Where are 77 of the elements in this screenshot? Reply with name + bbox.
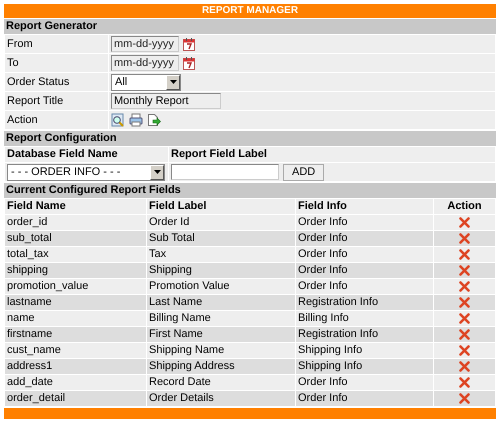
page-title: REPORT MANAGER: [4, 4, 496, 18]
title-field[interactable]: Monthly Report: [111, 93, 221, 109]
table-cell: Order Details: [147, 391, 295, 406]
table-cell: lastname: [5, 295, 146, 310]
delete-icon[interactable]: [459, 280, 470, 292]
table-cell: Shipping Info: [296, 359, 433, 374]
table-cell: Order Info: [296, 391, 433, 406]
table-cell: Billing Info: [296, 311, 433, 326]
field-label: Action: [5, 111, 108, 129]
caret-icon: [154, 170, 160, 174]
delete-icon[interactable]: [459, 248, 470, 260]
section-header: Report Generator: [4, 19, 496, 34]
table-cell: sub_total: [5, 231, 146, 246]
table-cell: Last Name: [147, 295, 295, 310]
table-cell: Order Info: [296, 215, 433, 230]
table-cell: Shipping Name: [147, 343, 295, 358]
table-cell: Order Info: [296, 375, 433, 390]
delete-icon[interactable]: [459, 232, 470, 244]
preview-icon[interactable]: [111, 113, 125, 127]
table-cell: shipping: [5, 263, 146, 278]
table-cell: First Name: [147, 327, 295, 342]
table-cell: Record Date: [147, 375, 295, 390]
table-cell: cust_name: [5, 343, 146, 358]
column-header: Action: [434, 199, 495, 214]
table-cell: Order Info: [296, 263, 433, 278]
table-cell: promotion_value: [5, 279, 146, 294]
delete-icon[interactable]: [459, 328, 470, 340]
table-cell: Billing Name: [147, 311, 295, 326]
table-cell: order_id: [5, 215, 146, 230]
column-header: Field Info: [296, 199, 433, 214]
field-label: From: [5, 35, 108, 53]
date-field[interactable]: mm-dd-yyyy: [111, 55, 179, 71]
calendar-icon[interactable]: [183, 38, 195, 51]
caret-icon: [170, 80, 176, 84]
table-cell: Promotion Value: [147, 279, 295, 294]
printer-icon[interactable]: [129, 113, 143, 127]
table-cell: Order Id: [147, 215, 295, 230]
table-cell: Sub Total: [147, 231, 295, 246]
delete-icon[interactable]: [459, 312, 470, 324]
table-cell: order_detail: [5, 391, 146, 406]
column-header: Field Name: [5, 199, 146, 214]
table-cell: Order Info: [296, 279, 433, 294]
table-cell: total_tax: [5, 247, 146, 262]
calendar-icon[interactable]: [183, 56, 195, 70]
export-icon[interactable]: [147, 113, 161, 127]
table-cell: Tax: [147, 247, 295, 262]
field-label: To: [5, 54, 108, 72]
field-label: Report Title: [5, 92, 108, 110]
table-cell: address1: [5, 359, 146, 374]
delete-icon[interactable]: [459, 296, 470, 308]
table-cell: add_date: [5, 375, 146, 390]
field-label: Order Status: [5, 73, 108, 91]
table-cell: Registration Info: [296, 295, 433, 310]
section-header: Report Configuration: [4, 131, 496, 146]
delete-icon[interactable]: [459, 344, 470, 356]
label-field[interactable]: [171, 164, 279, 180]
field-dropdown[interactable]: - - - ORDER INFO - - -: [7, 164, 165, 180]
table-cell: name: [5, 311, 146, 326]
table-cell: Shipping Info: [296, 343, 433, 358]
column-label: Database Field Name: [5, 147, 168, 162]
table-cell: firstname: [5, 327, 146, 342]
column-label: Report Field Label: [169, 147, 495, 162]
date-field[interactable]: mm-dd-yyyy: [111, 36, 179, 52]
delete-icon[interactable]: [459, 376, 470, 388]
table-cell: Shipping: [147, 263, 295, 278]
delete-icon[interactable]: [459, 360, 470, 372]
delete-icon[interactable]: [459, 392, 470, 404]
table-cell: Order Info: [296, 247, 433, 262]
table-cell: Shipping Address: [147, 359, 295, 374]
delete-icon[interactable]: [459, 216, 470, 228]
section-header: Current Configured Report Fields: [4, 183, 496, 198]
add-button[interactable]: ADD: [283, 164, 324, 180]
status-dropdown[interactable]: All: [111, 74, 181, 90]
column-header: Field Label: [147, 199, 295, 214]
table-cell: Registration Info: [296, 327, 433, 342]
delete-icon[interactable]: [459, 264, 470, 276]
table-cell: Order Info: [296, 231, 433, 246]
